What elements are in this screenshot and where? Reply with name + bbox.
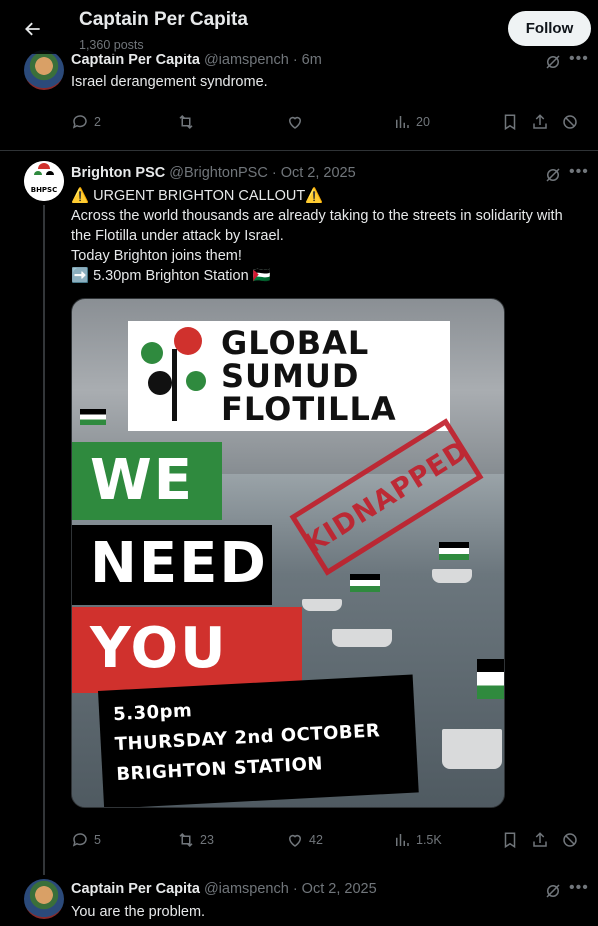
word-you: YOU — [90, 616, 228, 681]
post-count: 1,360 posts — [79, 38, 144, 52]
like-button[interactable] — [286, 110, 304, 134]
boat — [302, 599, 342, 611]
event-location: BRIGHTON STATION — [115, 753, 324, 786]
back-button[interactable] — [18, 14, 48, 44]
heart-icon — [288, 834, 302, 847]
flotilla-logo: GLOBAL SUMUD FLOTILLA — [128, 321, 450, 431]
grok-icon[interactable] — [544, 166, 562, 184]
view-count: 20 — [416, 115, 430, 129]
logo-line-2: SUMUD — [221, 357, 360, 395]
view-count: 1.5K — [416, 833, 442, 847]
block-icon — [563, 115, 577, 129]
tweet-text: ⚠️ URGENT BRIGHTON CALLOUT⚠️ Across the … — [71, 186, 586, 286]
palestine-flag — [80, 409, 106, 425]
boat — [432, 569, 472, 583]
tweet-line-2: Across the world thousands are already t… — [71, 208, 563, 244]
reply-button[interactable]: 5 — [71, 828, 101, 852]
share-button[interactable] — [531, 110, 549, 134]
repost-button[interactable] — [177, 110, 195, 134]
author-handle[interactable]: @iamspench — [204, 52, 289, 68]
heart-icon — [288, 116, 302, 129]
tweet-text: Israel derangement syndrome. — [71, 74, 268, 90]
author-name[interactable]: Brighton PSC — [71, 165, 165, 181]
tweet-line-3: Today Brighton joins them! — [71, 248, 242, 264]
flotilla-logo-mark — [141, 327, 206, 421]
block-button[interactable] — [561, 828, 579, 852]
reply-count: 5 — [94, 833, 101, 847]
block-icon — [563, 833, 577, 847]
views-button[interactable]: 1.5K — [393, 828, 442, 852]
tweet-3[interactable]: Captain Per Capita @iamspench · Oct 2, 2… — [0, 869, 598, 926]
author-handle[interactable]: @BrightonPSC — [169, 165, 268, 181]
repost-count: 23 — [200, 833, 214, 847]
word-we: WE — [90, 448, 195, 513]
palestine-flag — [350, 574, 380, 592]
logo-line-1: GLOBAL — [221, 324, 370, 362]
tweet-actions: 5 23 42 1.5K — [71, 828, 586, 852]
profile-header: Captain Per Capita 1,360 posts Follow — [0, 0, 598, 54]
share-icon — [533, 114, 547, 129]
tweet-time[interactable]: · 6m — [293, 52, 322, 68]
tweet-text: You are the problem. — [71, 904, 206, 920]
more-icon[interactable]: ••• — [569, 879, 589, 897]
bookmark-button[interactable] — [501, 828, 519, 852]
repost-icon — [179, 114, 193, 130]
reply-icon — [72, 115, 87, 129]
grok-icon[interactable] — [544, 53, 562, 71]
tweet-image[interactable]: GLOBAL SUMUD FLOTILLA WE NEED YOU KIDNAP… — [71, 298, 505, 808]
like-button[interactable]: 42 — [286, 828, 323, 852]
author-handle[interactable]: @iamspench — [204, 881, 289, 897]
repost-button[interactable]: 23 — [177, 828, 214, 852]
tweet-line-4: ➡️ 5.30pm Brighton Station 🇵🇸 — [71, 268, 271, 284]
avatar-label: BHPSC — [31, 186, 58, 194]
event-date: THURSDAY 2nd OCTOBER — [114, 720, 381, 756]
repost-icon — [179, 832, 193, 848]
bookmark-icon — [504, 832, 516, 849]
views-icon — [396, 834, 409, 846]
views-button[interactable]: 20 — [393, 110, 430, 134]
avatar[interactable]: BHPSC — [24, 161, 64, 201]
arrow-left-icon — [25, 22, 40, 36]
author-name[interactable]: Captain Per Capita — [71, 881, 200, 897]
avatar[interactable] — [24, 50, 64, 90]
palestine-flag — [439, 542, 469, 560]
tweet-time[interactable]: · Oct 2, 2025 — [272, 165, 356, 181]
grok-icon[interactable] — [544, 882, 562, 900]
event-time: 5.30pm — [112, 700, 193, 726]
follow-button[interactable]: Follow — [508, 11, 591, 46]
block-button[interactable] — [561, 110, 579, 134]
like-count: 42 — [309, 833, 323, 847]
bookmark-icon — [504, 114, 516, 131]
boat — [332, 629, 392, 647]
boat — [442, 729, 502, 769]
reply-icon — [72, 833, 87, 847]
tweet-actions: 2 20 — [71, 110, 586, 134]
event-info-box: 5.30pm THURSDAY 2nd OCTOBER BRIGHTON STA… — [98, 674, 419, 807]
views-icon — [396, 116, 409, 128]
bookmark-button[interactable] — [501, 110, 519, 134]
share-icon — [533, 832, 547, 847]
palestine-flag — [477, 659, 504, 699]
tweet-time[interactable]: · Oct 2, 2025 — [293, 881, 377, 897]
word-need: NEED — [90, 531, 268, 596]
logo-line-3: FLOTILLA — [221, 390, 397, 428]
author-name[interactable]: Captain Per Capita — [71, 52, 200, 68]
more-icon[interactable]: ••• — [569, 163, 589, 181]
profile-name: Captain Per Capita — [79, 9, 248, 30]
thread-line — [43, 205, 45, 875]
share-button[interactable] — [531, 828, 549, 852]
tweet-line-1: ⚠️ URGENT BRIGHTON CALLOUT⚠️ — [71, 188, 324, 204]
reply-button[interactable]: 2 — [71, 110, 101, 134]
reply-count: 2 — [94, 115, 101, 129]
avatar[interactable] — [24, 879, 64, 919]
